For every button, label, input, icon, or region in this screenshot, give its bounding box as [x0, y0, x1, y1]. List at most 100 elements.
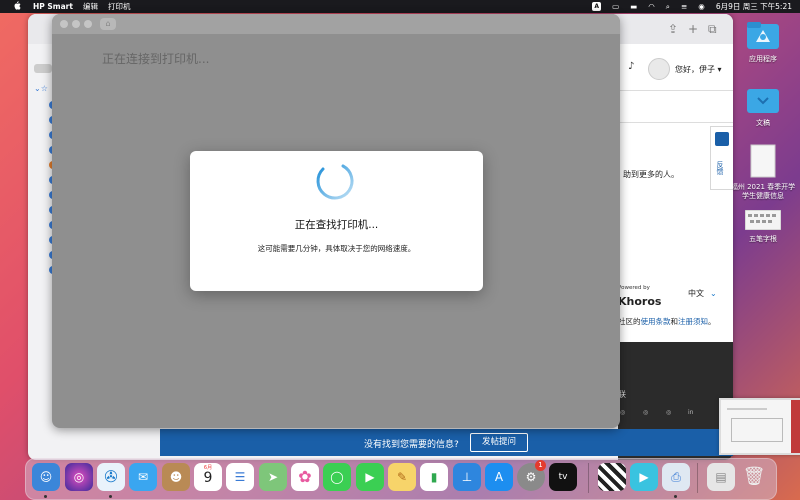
bar-chart-icon: ▮	[430, 470, 438, 484]
chess-icon	[598, 463, 626, 491]
favorites-icon[interactable]: ⌄☆	[34, 84, 48, 93]
registration-notice-link[interactable]: 注册须知	[678, 317, 708, 326]
keyboard-image-icon	[744, 209, 782, 231]
notification-bell-icon[interactable]: ♪	[628, 61, 634, 72]
message-bubble-icon: ◯	[330, 470, 344, 484]
edit-icon	[715, 132, 729, 146]
dock-numbers[interactable]: ▮	[420, 463, 448, 491]
thumbnail-content	[731, 418, 783, 442]
dock-hp-smart[interactable]: ⎙	[662, 463, 690, 491]
language-label: 中文	[688, 289, 704, 298]
khoros-logo[interactable]: Khoros	[618, 295, 661, 308]
dock-documents[interactable]: ▤	[707, 463, 735, 491]
home-icon[interactable]: ⌂	[100, 18, 116, 30]
dock-mail[interactable]: ✉	[129, 463, 157, 491]
user-greeting[interactable]: 您好，伊子 ▾	[675, 64, 722, 75]
dock-separator	[697, 463, 698, 493]
printer-icon: ⎙	[671, 470, 681, 484]
dock-maps[interactable]: ➤	[259, 463, 287, 491]
calendar-day: 9	[203, 470, 213, 486]
dock-safari[interactable]: ✇	[97, 463, 125, 491]
dock-trash[interactable]: 🗑	[740, 463, 768, 491]
social-icon[interactable]: ◎	[620, 409, 625, 416]
dock-chess[interactable]	[598, 463, 626, 491]
document-file-icon	[750, 144, 776, 178]
map-icon: ➤	[267, 470, 279, 484]
screenshot-thumbnail[interactable]	[719, 398, 800, 455]
terms-of-use-link[interactable]: 使用条款	[641, 317, 671, 326]
divider	[618, 122, 733, 123]
dialog-title: 正在查找打印机...	[294, 219, 379, 231]
community-page: ♪ 您好，伊子 ▾ 助到更多的人。 反馈 Powered by Khoros 中…	[618, 44, 733, 460]
dock-app-store[interactable]: A	[485, 463, 513, 491]
battery-icon[interactable]: ▬	[630, 2, 637, 11]
menu-edit[interactable]: 编辑	[83, 1, 98, 12]
zoom-button[interactable]	[84, 20, 92, 28]
documents-folder-icon	[747, 89, 779, 113]
pen-icon: ✎	[396, 470, 408, 484]
mail-icon: ✉	[137, 470, 149, 484]
dock-facetime[interactable]: ▶	[356, 463, 384, 491]
desktop-icon-wubi[interactable]: 五笔字根	[728, 209, 798, 244]
dock-finder[interactable]: ☺	[32, 463, 60, 491]
user-greeting-text: 您好，伊子	[675, 65, 715, 74]
wifi-icon[interactable]: ◠	[648, 2, 655, 11]
input-method-indicator[interactable]: A	[592, 2, 602, 11]
minimize-button[interactable]	[72, 20, 80, 28]
social-icon[interactable]: ◎	[643, 409, 648, 416]
social-icon[interactable]: ◎	[666, 409, 671, 416]
thumbnail-content	[791, 400, 800, 453]
menu-printer[interactable]: 打印机	[108, 1, 131, 12]
feedback-side-tab[interactable]: 反馈	[710, 126, 733, 190]
desktop-icon-health-doc[interactable]: 福州 2021 春季开学学生健康信息	[728, 144, 798, 201]
body-text-fragment: 助到更多的人。	[623, 170, 679, 179]
dock-keynote[interactable]: ⊥	[453, 463, 481, 491]
terms-suffix: 。	[708, 317, 716, 326]
app-store-folder-icon	[747, 22, 779, 49]
dialog-subtitle: 这可能需要几分钟，具体取决于您的网络速度。	[257, 244, 416, 253]
desktop-icon-documents[interactable]: 文稿	[728, 86, 798, 128]
new-tab-icon[interactable]: +	[688, 22, 698, 36]
notification-badge: 1	[535, 460, 546, 471]
post-question-button[interactable]: 发帖提问	[470, 433, 528, 452]
tab-overview-icon[interactable]: ⧉	[708, 22, 717, 37]
dock-calendar[interactable]: 6月 9	[194, 463, 222, 491]
desktop-icon-label: 福州 2021 春季开学学生健康信息	[730, 183, 796, 200]
apple-menu-icon[interactable]	[12, 1, 21, 12]
ask-question-bar: 没有找到您需要的信息? 发帖提问	[160, 429, 733, 456]
dock-reminders[interactable]: ☰	[226, 463, 254, 491]
dock-contacts[interactable]: ☻	[162, 463, 190, 491]
close-button[interactable]	[60, 20, 68, 28]
loading-spinner-icon	[316, 164, 354, 200]
avatar[interactable]	[648, 58, 670, 80]
language-selector[interactable]: 中文 ⌄	[688, 288, 717, 299]
dock-pages[interactable]: ✎	[388, 463, 416, 491]
desktop-icon-applications[interactable]: 应用程序	[728, 20, 798, 64]
searching-printer-dialog: 正在查找打印机... 这可能需要几分钟，具体取决于您的网络速度。	[190, 151, 483, 291]
dock-siri[interactable]: ◎	[65, 463, 93, 491]
search-icon[interactable]: ⌕	[666, 2, 670, 12]
datetime[interactable]: 6月9日 周三 下午5:21	[716, 1, 792, 12]
share-icon[interactable]: ⇪	[668, 22, 678, 36]
dock-system-preferences[interactable]: ⚙ 1	[517, 460, 546, 491]
sidebar-toggle[interactable]	[34, 64, 52, 73]
running-indicator	[109, 495, 112, 498]
photos-flower-icon: ✿	[298, 467, 312, 486]
siri-icon[interactable]: ◉	[698, 2, 705, 11]
control-center-icon[interactable]: ≡	[681, 2, 687, 11]
app-store-icon: A	[494, 470, 504, 484]
dock-messages[interactable]: ◯	[323, 463, 351, 491]
menu-bar: HP Smart 编辑 打印机 A ▭ ▬ ◠ ⌕ ≡ ◉ 6月9日 周三 下午…	[0, 0, 800, 13]
chevron-down-icon: ⌄	[710, 289, 717, 298]
terms-text: 社区的使用条款和注册须知。	[618, 316, 716, 327]
connection-status-text: 正在连接到打印机...	[102, 52, 210, 66]
dock-apple-tv[interactable]: tv	[549, 463, 577, 491]
contacts-icon: ☻	[169, 470, 183, 484]
trash-icon: 🗑	[742, 466, 766, 487]
finder-icon: ☺	[39, 470, 53, 484]
dock-media-player[interactable]: ▶	[630, 463, 658, 491]
display-icon[interactable]: ▭	[612, 2, 619, 11]
menu-app-name[interactable]: HP Smart	[33, 2, 73, 11]
social-icon[interactable]: in	[688, 409, 693, 416]
dock-photos[interactable]: ✿	[291, 463, 319, 491]
